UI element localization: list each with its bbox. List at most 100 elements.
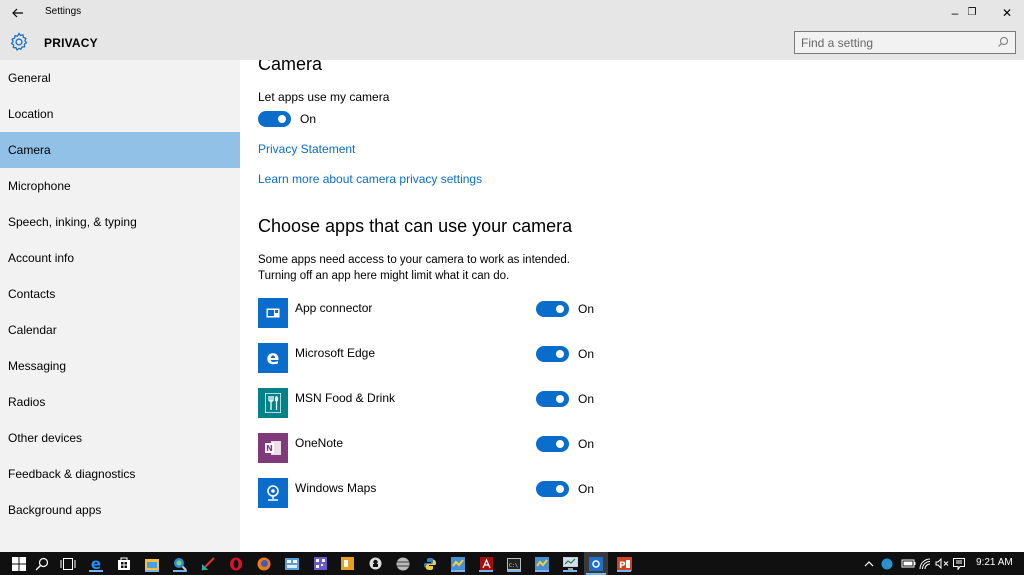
pen-app-icon[interactable] xyxy=(199,555,217,572)
microsoft-edge-toggle[interactable] xyxy=(536,346,569,362)
master-camera-toggle[interactable] xyxy=(258,111,291,127)
sidebar-item-label: Radios xyxy=(8,395,46,409)
search-icon[interactable] xyxy=(997,36,1009,48)
msn-food-drink-toggle[interactable] xyxy=(536,391,569,407)
remote-app-icon[interactable] xyxy=(283,555,301,572)
sidebar-item-label: Camera xyxy=(8,143,51,157)
sidebar-item-general[interactable]: General xyxy=(0,60,240,96)
food-drink-icon xyxy=(258,388,288,418)
office-icon[interactable] xyxy=(338,555,356,572)
title-bar: Settings – ❐ ✕ xyxy=(0,0,1024,25)
app-name: Windows Maps xyxy=(295,481,377,495)
sidebar-item-feedback[interactable]: Feedback & diagnostics xyxy=(0,456,240,492)
maps-app-icon[interactable] xyxy=(449,555,467,572)
wifi-icon[interactable] xyxy=(918,555,932,572)
app-row-onenote: N OneNote On xyxy=(258,433,618,465)
sidebar-item-microphone[interactable]: Microphone xyxy=(0,168,240,204)
settings-header: PRIVACY xyxy=(0,25,1024,60)
sidebar-item-label: Speech, inking, & typing xyxy=(8,215,137,229)
sidebar-item-location[interactable]: Location xyxy=(0,96,240,132)
app-row-microsoft-edge: e Microsoft Edge On xyxy=(258,343,618,375)
firefox-icon[interactable] xyxy=(255,555,273,572)
search-input[interactable] xyxy=(801,35,986,50)
app-connector-icon xyxy=(258,298,288,328)
store-icon[interactable] xyxy=(115,555,133,572)
restore-icon: ❐ xyxy=(967,7,977,18)
search-icon[interactable] xyxy=(33,555,51,572)
sidebar-item-label: Location xyxy=(8,107,54,121)
sidebar-item-calendar[interactable]: Calendar xyxy=(0,312,240,348)
acrobat-icon[interactable] xyxy=(477,555,495,572)
powerpoint-icon[interactable]: P xyxy=(615,555,633,572)
action-center-icon[interactable] xyxy=(952,555,966,572)
sidebar-item-account-info[interactable]: Account info xyxy=(0,240,240,276)
battery-icon[interactable] xyxy=(900,555,916,572)
apps-section-description: Some apps need access to your camera to … xyxy=(258,252,658,284)
description-line: Turning off an app here might limit what… xyxy=(258,270,510,282)
restore-button[interactable]: ❐ xyxy=(955,0,989,25)
app-name: MSN Food & Drink xyxy=(295,391,396,405)
sidebar-item-radios[interactable]: Radios xyxy=(0,384,240,420)
edge-icon[interactable]: e xyxy=(87,555,105,573)
globe-app-icon[interactable] xyxy=(394,555,412,572)
app-name: Microsoft Edge xyxy=(295,346,376,360)
windows-maps-toggle[interactable] xyxy=(536,481,569,497)
search-box[interactable] xyxy=(794,31,1016,54)
settings-icon[interactable] xyxy=(584,552,608,575)
toggle-state: On xyxy=(578,437,595,451)
toggle-state: On xyxy=(578,392,595,406)
sidebar-item-label: Other devices xyxy=(8,431,83,445)
cmd-icon[interactable]: C:\ xyxy=(505,555,523,572)
opera-icon[interactable] xyxy=(227,555,245,572)
sidebar-item-label: Messaging xyxy=(8,359,67,373)
sidebar-item-contacts[interactable]: Contacts xyxy=(0,276,240,312)
master-setting-label: Let apps use my camera xyxy=(258,90,390,104)
sidebar-item-other-devices[interactable]: Other devices xyxy=(0,420,240,456)
description-line: Some apps need access to your camera to … xyxy=(258,254,570,266)
sidebar-item-background-apps[interactable]: Background apps xyxy=(0,492,240,528)
section-title: PRIVACY xyxy=(44,36,98,50)
taskbar-clock[interactable]: 9:21 AM xyxy=(976,557,1013,568)
maps-app-2-icon[interactable] xyxy=(533,555,551,572)
master-toggle-state: On xyxy=(300,112,317,126)
onenote-icon: N xyxy=(258,433,288,463)
sidebar-item-label: Microphone xyxy=(8,179,71,193)
gear-icon xyxy=(10,32,28,51)
sidebar-item-label: Feedback & diagnostics xyxy=(8,467,136,481)
taskbar: e C:\ P 9:21 AM xyxy=(0,552,1024,575)
task-view-icon[interactable] xyxy=(59,555,77,572)
show-hidden-icons[interactable] xyxy=(862,555,876,572)
sidebar-nav: General Location Camera Microphone Speec… xyxy=(0,60,240,552)
toggle-state: On xyxy=(578,482,595,496)
back-button[interactable] xyxy=(0,0,36,25)
back-arrow-icon xyxy=(12,8,23,17)
app-icon[interactable] xyxy=(366,555,384,572)
sidebar-item-label: Background apps xyxy=(8,503,102,517)
app-row-app-connector: App connector On xyxy=(258,298,618,330)
privacy-statement-link[interactable]: Privacy Statement xyxy=(258,142,355,156)
edge-icon: e xyxy=(258,343,288,373)
qr-app-icon[interactable] xyxy=(311,555,329,572)
learn-more-link[interactable]: Learn more about camera privacy settings xyxy=(258,172,482,186)
network-globe-icon[interactable] xyxy=(880,555,894,572)
volume-muted-icon[interactable] xyxy=(934,555,950,572)
window-title: Settings xyxy=(45,6,82,17)
app-row-windows-maps: Windows Maps On xyxy=(258,478,618,510)
onenote-toggle[interactable] xyxy=(536,436,569,452)
python-icon[interactable] xyxy=(421,555,439,572)
monitor-app-icon[interactable] xyxy=(561,555,579,572)
page-title: Camera xyxy=(258,60,323,74)
magnifier-app-icon[interactable] xyxy=(171,555,189,572)
app-name: App connector xyxy=(295,301,373,315)
sidebar-item-messaging[interactable]: Messaging xyxy=(0,348,240,384)
sidebar-item-camera[interactable]: Camera xyxy=(0,132,240,168)
start-icon[interactable] xyxy=(10,555,28,572)
app-row-msn-food-drink: MSN Food & Drink On xyxy=(258,388,618,420)
sidebar-item-speech[interactable]: Speech, inking, & typing xyxy=(0,204,240,240)
app-connector-toggle[interactable] xyxy=(536,301,569,317)
apps-section-title: Choose apps that can use your camera xyxy=(258,216,573,236)
sidebar-item-label: General xyxy=(8,71,51,85)
close-button[interactable]: ✕ xyxy=(990,0,1024,25)
file-explorer-icon[interactable] xyxy=(143,555,161,572)
toggle-state: On xyxy=(578,302,595,316)
